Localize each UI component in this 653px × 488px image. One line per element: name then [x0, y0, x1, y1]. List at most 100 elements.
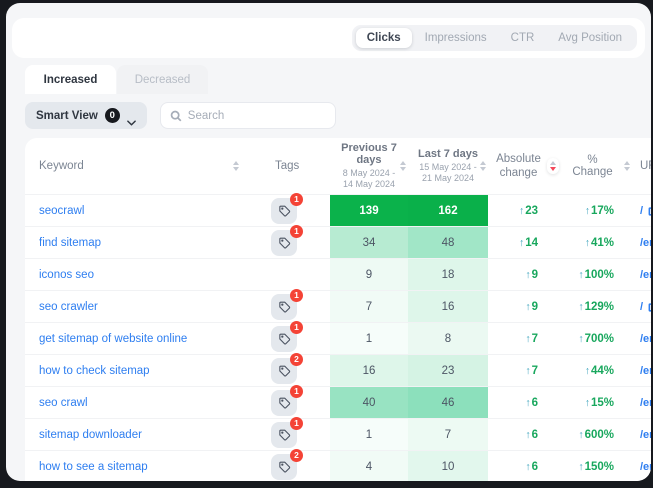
- sort-icon-keyword[interactable]: [233, 161, 239, 171]
- tags-cell: 1: [245, 227, 330, 258]
- url-cell: /: [630, 291, 651, 322]
- url-cell: /en: [630, 387, 651, 418]
- metric-tab-clicks[interactable]: Clicks: [356, 28, 412, 48]
- column-label-keyword: Keyword: [39, 160, 84, 172]
- absolute-change-cell: ↑7: [488, 355, 566, 386]
- last-value-cell: 23: [408, 355, 488, 386]
- percent-change-cell: ↑41%: [566, 227, 630, 258]
- smart-view-dropdown[interactable]: Smart View 0: [25, 102, 147, 129]
- up-arrow-icon: ↑: [525, 397, 530, 409]
- tag-button[interactable]: 2: [271, 358, 297, 384]
- tab-increased[interactable]: Increased: [25, 65, 116, 94]
- tag-button[interactable]: 1: [271, 294, 297, 320]
- up-arrow-icon: ↑: [578, 269, 583, 281]
- tags-cell: 1: [245, 323, 330, 354]
- percent-change-cell: ↑17%: [566, 195, 630, 226]
- tag-icon: [278, 332, 291, 345]
- column-header-tags: Tags: [245, 160, 330, 172]
- sort-icon-previous[interactable]: [400, 161, 406, 171]
- column-label-url: URL: [640, 160, 651, 172]
- column-label-last: Last 7 days: [418, 148, 478, 160]
- url-link[interactable]: /en: [640, 333, 651, 345]
- url-cell: /: [630, 195, 651, 226]
- previous-value-cell: 1: [330, 323, 408, 354]
- window-frame: Clicks Impressions CTR Avg Position Incr…: [0, 0, 653, 488]
- tag-button[interactable]: 2: [271, 454, 297, 480]
- keyword-link[interactable]: seocrawl: [39, 205, 84, 217]
- column-label-previous: Previous 7 days: [330, 142, 408, 166]
- url-link[interactable]: /en: [640, 461, 651, 473]
- tag-count-badge: 1: [290, 289, 303, 302]
- metric-tab-impressions[interactable]: Impressions: [414, 28, 498, 48]
- metric-tab-ctr[interactable]: CTR: [500, 28, 546, 48]
- tag-count-badge: 2: [290, 449, 303, 462]
- search-box: [160, 102, 336, 129]
- last-value-cell: 46: [408, 387, 488, 418]
- percent-change-cell: ↑129%: [566, 291, 630, 322]
- up-arrow-icon: ↑: [525, 365, 530, 377]
- absolute-change-cell: ↑7: [488, 323, 566, 354]
- tag-button[interactable]: 1: [271, 230, 297, 256]
- keyword-link[interactable]: iconos seo: [39, 269, 94, 281]
- url-link[interactable]: /en: [640, 365, 651, 377]
- tag-button[interactable]: 1: [271, 326, 297, 352]
- url-link[interactable]: /em: [640, 269, 651, 281]
- tags-cell: 1: [245, 291, 330, 322]
- tab-decreased[interactable]: Decreased: [117, 65, 208, 94]
- keyword-link[interactable]: get sitemap of website online: [39, 333, 187, 345]
- url-link[interactable]: /: [640, 205, 643, 217]
- search-input[interactable]: [188, 110, 326, 122]
- sort-icon-absolute-change[interactable]: [547, 158, 559, 174]
- keyword-cell: seo crawl: [25, 387, 245, 418]
- previous-value-cell: 40: [330, 387, 408, 418]
- tags-cell: 2: [245, 355, 330, 386]
- column-header-last: Last 7 days 15 May 2024 - 21 May 2024: [408, 148, 488, 185]
- keyword-link[interactable]: how to see a sitemap: [39, 461, 148, 473]
- tag-count-badge: 2: [290, 353, 303, 366]
- keyword-link[interactable]: how to check sitemap: [39, 365, 150, 377]
- column-header-keyword: Keyword: [25, 160, 245, 172]
- previous-value-cell: 34: [330, 227, 408, 258]
- up-arrow-icon: ↑: [525, 461, 530, 473]
- up-arrow-icon: ↑: [578, 429, 583, 441]
- table-row: get sitemap of website online 1 1 8 ↑7 ↑…: [25, 322, 651, 354]
- url-cell: /en: [630, 419, 651, 450]
- up-arrow-icon: ↑: [585, 365, 590, 377]
- column-label-absolute-change: Absolute change: [496, 152, 542, 181]
- keyword-link[interactable]: sitemap downloader: [39, 429, 142, 441]
- tags-cell: [245, 259, 330, 290]
- sort-icon-last[interactable]: [480, 161, 486, 171]
- keyword-cell: find sitemap: [25, 227, 245, 258]
- keyword-link[interactable]: seo crawl: [39, 397, 88, 409]
- previous-value-cell: 4: [330, 451, 408, 481]
- up-arrow-icon: ↑: [519, 237, 524, 249]
- table-row: iconos seo 9 18 ↑9 ↑100% /em: [25, 258, 651, 290]
- url-cell: /en: [630, 355, 651, 386]
- external-link-icon[interactable]: [647, 205, 651, 216]
- keyword-link[interactable]: seo crawler: [39, 301, 98, 313]
- tag-icon: [278, 236, 291, 249]
- tag-button[interactable]: 1: [271, 422, 297, 448]
- tag-count-badge: 1: [290, 385, 303, 398]
- last-value-cell: 7: [408, 419, 488, 450]
- tag-button[interactable]: 1: [271, 390, 297, 416]
- metric-tab-avg-position[interactable]: Avg Position: [547, 28, 633, 48]
- absolute-change-cell: ↑6: [488, 419, 566, 450]
- url-link[interactable]: /: [640, 301, 643, 313]
- url-link[interactable]: /en: [640, 237, 651, 249]
- keyword-cell: how to see a sitemap: [25, 451, 245, 481]
- url-link[interactable]: /en: [640, 397, 651, 409]
- table-row: find sitemap 1 34 48 ↑14 ↑41% /en: [25, 226, 651, 258]
- keyword-link[interactable]: find sitemap: [39, 237, 101, 249]
- percent-change-cell: ↑150%: [566, 451, 630, 481]
- url-link[interactable]: /en: [640, 429, 651, 441]
- up-arrow-icon: ↑: [585, 205, 590, 217]
- percent-change-cell: ↑15%: [566, 387, 630, 418]
- tag-icon: [278, 428, 291, 441]
- external-link-icon[interactable]: [647, 301, 651, 312]
- tag-button[interactable]: 1: [271, 198, 297, 224]
- absolute-change-cell: ↑6: [488, 387, 566, 418]
- tag-icon: [278, 364, 291, 377]
- table-row: seo crawl 1 40 46 ↑6 ↑15% /en: [25, 386, 651, 418]
- absolute-change-cell: ↑9: [488, 259, 566, 290]
